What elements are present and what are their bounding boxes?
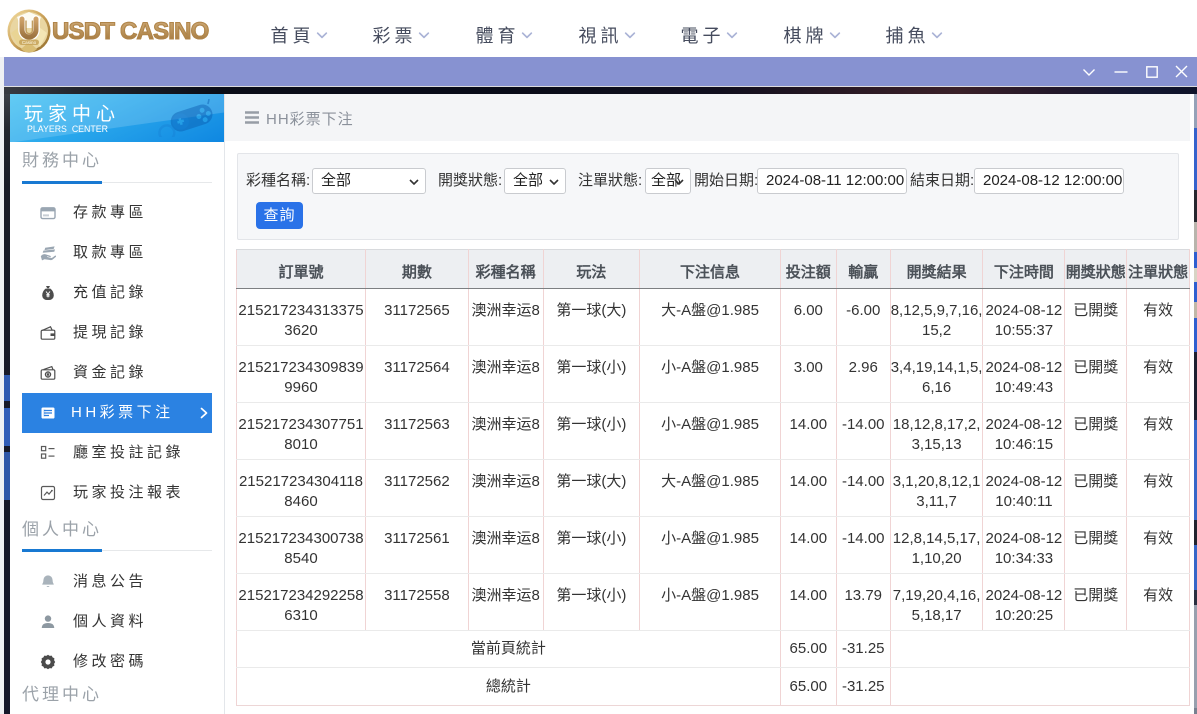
- svg-text:Casino: Casino: [22, 40, 37, 45]
